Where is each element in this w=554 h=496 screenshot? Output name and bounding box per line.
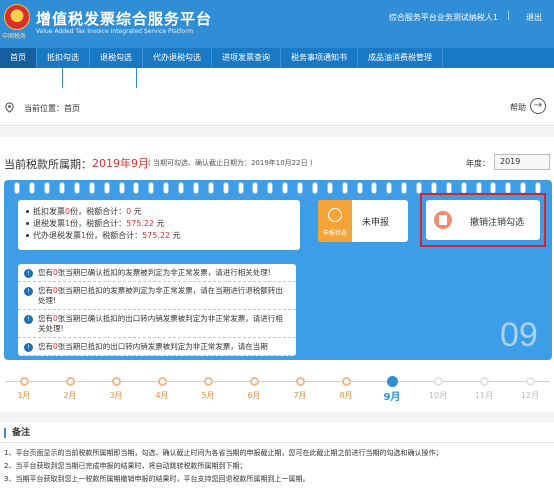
timeline-month-1[interactable]: 1月 [12,390,36,401]
timeline-marker[interactable] [479,377,489,386]
nav-item-deduction-select[interactable]: 抵扣勾选 [37,48,90,68]
info-icon: ! [24,287,33,296]
stat-row-refund: 退税发票1份，税额合计：575.22 元 [26,218,292,230]
period-value: 2019年9月 [92,157,149,170]
month-timeline: 1月 2月 3月 4月 5月 6月 7月 8月 9月 10月 11月 12月 [0,376,554,408]
note-item: 3、当期平台获取到您上一税款所属期撤销申报的结果时，平台支持您回退税款所属期到上… [4,475,310,483]
current-month-number: 09 [500,316,538,354]
list-item: ! 您有0张当期已确认抵扣的发票被判定为非正常发票，请进行相关处理! [18,264,296,282]
timeline-marker[interactable] [341,377,351,386]
year-select[interactable]: 2019 [494,154,550,170]
logout-link[interactable]: 退出 [526,12,542,23]
platform-subtitle: Value Added Tax Invoice Integrated Servi… [36,28,194,35]
nav-item-refund-select[interactable]: 退税勾选 [90,48,143,68]
cancel-selection-label: 撤销注销勾选 [470,218,525,228]
location-icon [5,102,14,113]
note-item: 1、平台页面显示的当前税款所属期即当期，勾选、确认截止时间为各省当期的申报截止期… [4,449,443,457]
info-icon: ! [24,343,33,352]
header: 中国税务 增值税发票综合服务平台 Value Added Tax Invoice… [0,0,554,48]
declaration-status-text: 未申报 [362,218,390,228]
timeline-month-7[interactable]: 7月 [288,390,312,401]
nav-item-input-invoice-query[interactable]: 进项发票查询 [212,48,281,68]
timeline-marker[interactable] [157,377,167,386]
declaration-status-card: 申报状态 未申报 [318,200,408,242]
stat-row-deduction: 抵扣发票0份，税额合计：0 元 [26,206,292,218]
timeline-marker[interactable] [249,377,259,386]
nav-item-tax-notice[interactable]: 税务事项通知书 [281,48,358,68]
document-icon [434,211,452,229]
user-name[interactable]: 综合服务平台业务测试纳税人1 [389,12,498,23]
nav-divider [136,68,137,88]
info-icon: ! [24,269,33,278]
nav-divider [62,68,63,88]
timeline-month-10[interactable]: 10月 [426,390,450,401]
timeline-month-4[interactable]: 4月 [150,390,174,401]
notice-list: ! 您有0张当期已确认抵扣的发票被判定为非正常发票，请进行相关处理! ! 您有0张当… [18,264,296,356]
stat-row-agent-refund: 代办退税发票1份，税额合计：575.22 元 [26,230,292,242]
timeline-marker[interactable] [111,377,121,386]
section-gap [0,127,554,137]
note-item: 2、当平台获取到您当期已完成申报的结果时，将自动跳转税款所属期到下期； [4,462,247,470]
timeline-marker[interactable] [525,377,535,386]
timeline-marker[interactable] [295,377,305,386]
timeline-month-9[interactable]: 9月 [380,388,404,403]
timeline-marker[interactable] [386,376,398,387]
timeline-month-2[interactable]: 2月 [58,390,82,401]
calendar-rings [4,183,552,193]
timeline-marker[interactable] [433,377,443,386]
year-label: 年度： [466,159,490,168]
invoice-stats: 抵扣发票0份，税额合计：0 元 退税发票1份，税额合计：575.22 元 代办退… [18,200,300,250]
notes-title: 备注 [4,428,30,438]
timeline-marker[interactable] [19,377,29,386]
nav-item-oil-tax[interactable]: 成品油消费税管理 [358,48,443,68]
timeline-marker[interactable] [65,377,75,386]
nav-item-home[interactable]: 首页 [0,48,37,68]
info-icon: ! [24,315,33,324]
cancel-selection-button[interactable]: 撤销注销勾选 [420,193,546,247]
declaration-status-icon: 申报状态 [318,200,352,242]
timeline-marker[interactable] [203,377,213,386]
list-item: ! 您有0张当期已确认抵扣的出口转内销发票被判定为非正常发票，请进行相关处理! [18,310,296,338]
breadcrumb: 当前位置：首页 [24,104,80,113]
nav-item-agent-refund-select[interactable]: 代办退税勾选 [143,48,212,68]
section-gap [0,412,554,422]
main-nav: 首页 抵扣勾选 退税勾选 代办退税勾选 进项发票查询 税务事项通知书 成品油消费… [0,48,554,68]
timeline-month-5[interactable]: 5月 [196,390,220,401]
period-label: 当前税款所属期： [4,158,92,171]
help-link[interactable]: 帮助 [510,102,526,113]
platform-title: 增值税发票综合服务平台 [36,10,213,28]
logo-caption: 中国税务 [2,33,27,40]
breadcrumb-bar: 当前位置：首页 帮助 → [0,90,554,126]
tax-emblem-logo [4,4,30,30]
list-item: ! 您有0张当期已抵扣的发票被判定为非正常发票，请在当期进行退税额转出处理! [18,282,296,310]
header-separator: | [506,11,510,21]
period-deadline-note: ( 当期可勾选、确认截止日期为：2019年10月22日 ) [148,159,313,167]
list-item: ! 您有0张当期已抵扣的出口转内销发票被判定为非正常发票，请在当期 [18,338,296,356]
timeline-month-6[interactable]: 6月 [242,390,266,401]
arrow-right-circle-icon[interactable]: → [530,98,546,114]
timeline-month-3[interactable]: 3月 [104,390,128,401]
timeline-month-12[interactable]: 12月 [518,390,542,401]
notes-section: 备注 1、平台页面显示的当前税款所属期即当期，勾选、确认截止时间为各省当期的申报… [0,424,554,496]
timeline-month-11[interactable]: 11月 [472,390,496,401]
timeline-month-8[interactable]: 8月 [334,390,358,401]
